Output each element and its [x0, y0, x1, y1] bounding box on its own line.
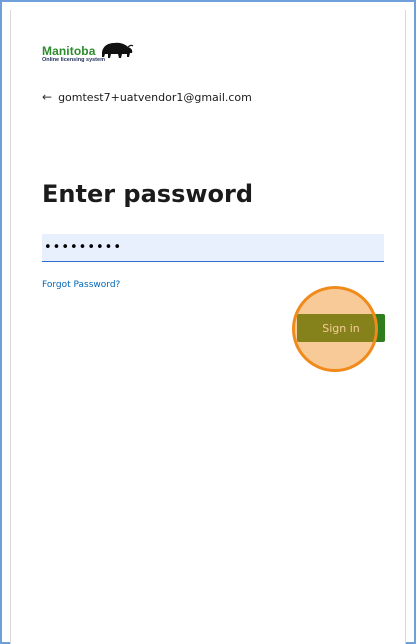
bison-icon [102, 42, 134, 58]
account-email: gomtest7+uatvendor1@gmail.com [58, 90, 252, 104]
page-title: Enter password [42, 180, 254, 208]
brand-tagline: Online licensing system [42, 57, 105, 63]
sign-in-button[interactable]: Sign in [297, 314, 385, 342]
forgot-password-link[interactable]: Forgot Password? [42, 280, 120, 290]
account-row: ← gomtest7+uatvendor1@gmail.com [42, 90, 252, 104]
arrow-left-icon[interactable]: ← [42, 90, 52, 104]
brand-name: Manitoba [42, 44, 96, 58]
password-field[interactable] [42, 234, 384, 262]
